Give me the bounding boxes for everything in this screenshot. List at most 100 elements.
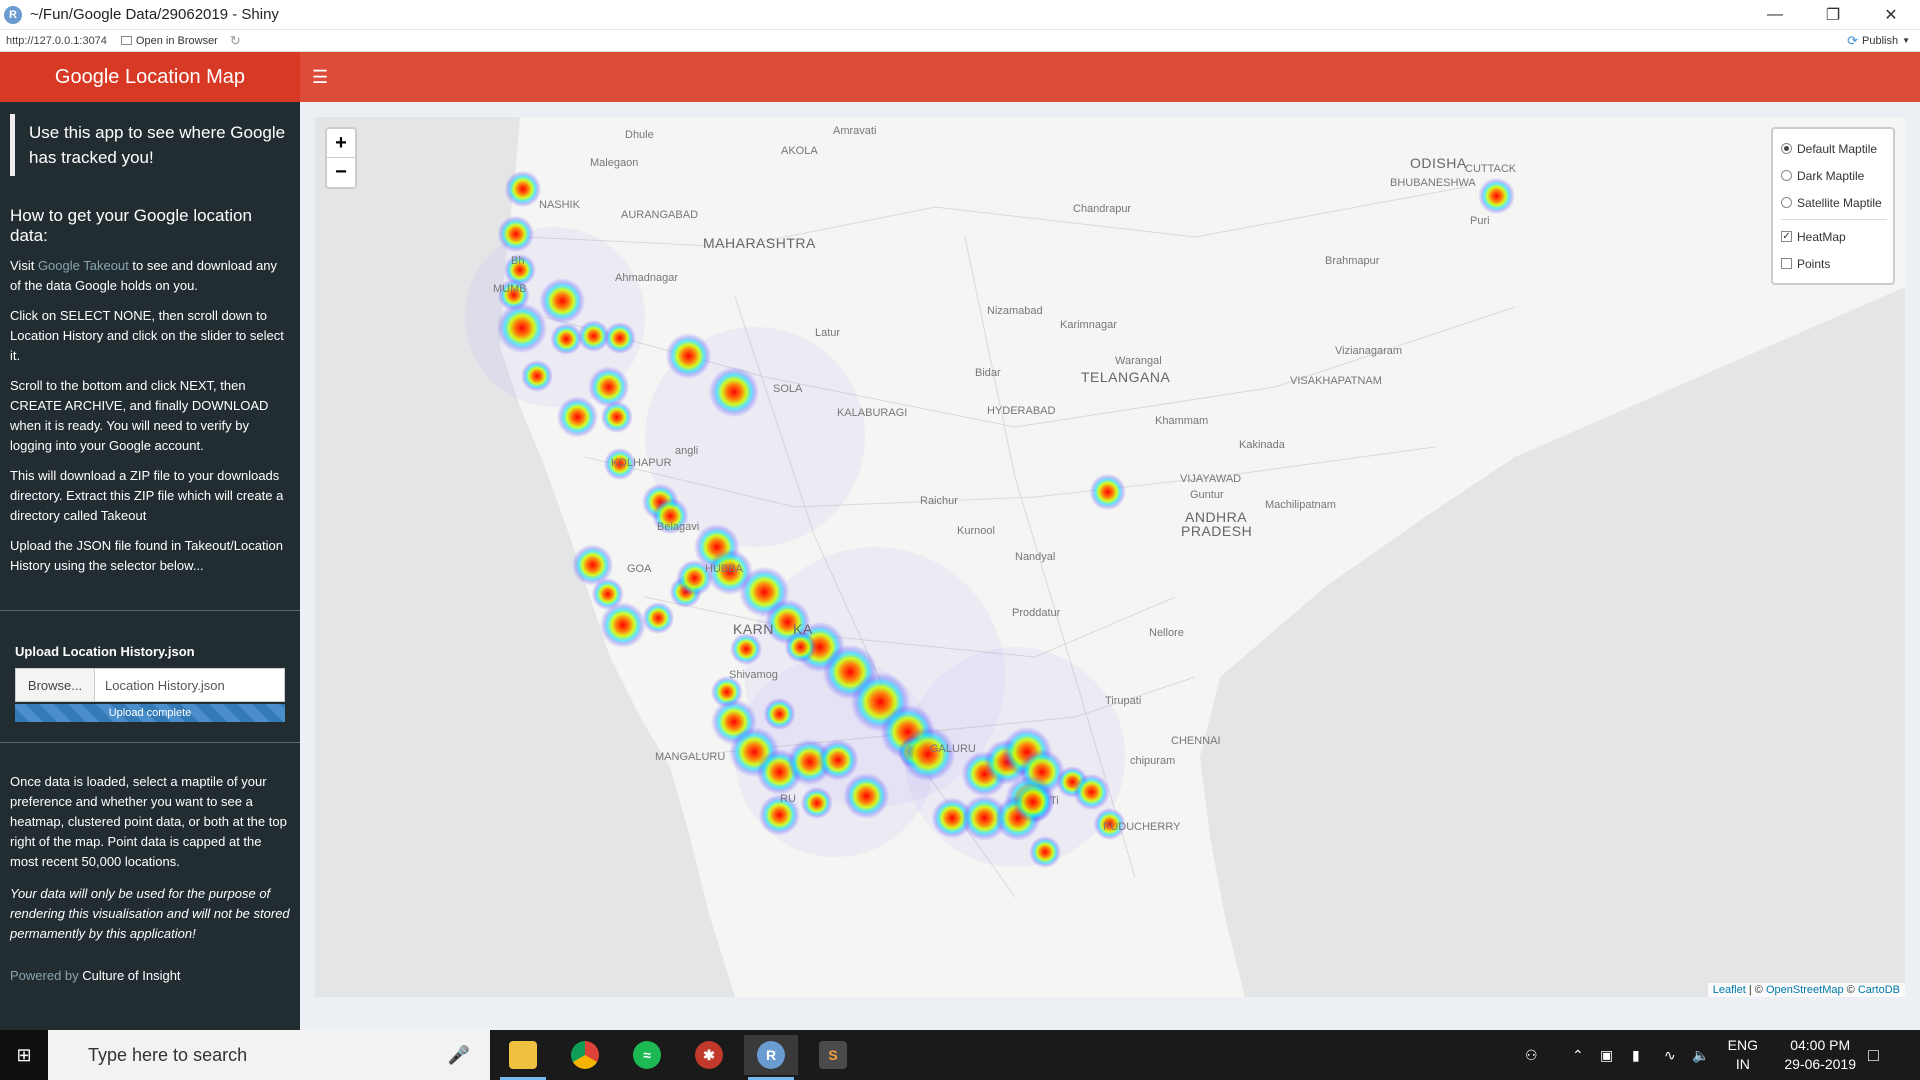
google-takeout-link[interactable]: Google Takeout	[38, 258, 129, 273]
layer-option-satellite-maptile[interactable]: Satellite Maptile	[1781, 189, 1887, 216]
refresh-icon[interactable]: ↻	[230, 33, 241, 49]
place-label: angli	[675, 445, 699, 457]
place-label: Malegaon	[590, 157, 639, 169]
place-label: MUMB	[493, 283, 527, 295]
windows-start-icon[interactable]: ⊞	[0, 1030, 48, 1080]
heatmap-spot	[730, 632, 763, 666]
place-label: HUBBA	[705, 563, 743, 575]
publish-icon: ⟳	[1847, 32, 1858, 48]
layer-label: Satellite Maptile	[1797, 195, 1882, 210]
browse-button[interactable]: Browse...	[15, 668, 95, 702]
layer-option-default-maptile[interactable]: Default Maptile	[1781, 135, 1887, 162]
checkbox-checked-icon[interactable]: ✓	[1781, 231, 1792, 242]
place-label: AURANGABAD	[621, 209, 699, 221]
windows-taskbar: ⊞ Type here to search 🎤 ≈ ✱ R S ⚇ ⌃ ▣ ▮ …	[0, 1030, 1920, 1080]
clock-date: 29-06-2019	[1784, 1056, 1856, 1072]
heatmap-spot	[600, 400, 633, 434]
place-label: Belagavi	[657, 521, 700, 533]
layer-label: Dark Maptile	[1797, 168, 1865, 183]
open-in-browser-button[interactable]: Open in Browser	[120, 34, 218, 47]
restore-button[interactable]: ❐	[1804, 0, 1862, 30]
app-title: Google Location Map	[0, 52, 300, 102]
chrome-icon[interactable]	[558, 1035, 612, 1075]
place-label: BHUBANESHWA	[1390, 177, 1476, 189]
heatmap-spot	[520, 359, 554, 393]
sublime-app-icon[interactable]: S	[806, 1035, 860, 1075]
heatmap-spot	[504, 170, 542, 208]
heatmap-spot	[665, 333, 712, 379]
app-url: http://127.0.0.1:3074	[6, 34, 107, 47]
minimize-button[interactable]: —	[1746, 0, 1804, 30]
battery-icon[interactable]: ▮	[1632, 1030, 1640, 1080]
place-label: Nellore	[1149, 627, 1184, 639]
radio-icon[interactable]	[1781, 197, 1792, 208]
heatmap-spot	[603, 321, 636, 355]
device-icon[interactable]: ▣	[1600, 1030, 1613, 1080]
place-label: VIJAYAWAD	[1180, 473, 1242, 485]
cartodb-link[interactable]: CartoDB	[1858, 984, 1900, 996]
place-label: Raichur	[920, 495, 958, 507]
place-label: CHENNAI	[1171, 735, 1221, 747]
divider	[0, 610, 300, 611]
lang-top: ENG	[1727, 1037, 1758, 1053]
open-in-browser-label: Open in Browser	[135, 34, 218, 47]
heatmap-spot	[843, 773, 890, 819]
layer-option-dark-maptile[interactable]: Dark Maptile	[1781, 162, 1887, 189]
volume-icon[interactable]: 🔈	[1692, 1030, 1709, 1080]
close-button[interactable]: ✕	[1862, 0, 1920, 30]
radio-icon[interactable]	[1781, 170, 1792, 181]
heatmap-spot	[1089, 473, 1127, 511]
web-app-icon[interactable]: ✱	[682, 1035, 736, 1075]
people-icon[interactable]: ⚇	[1525, 1030, 1538, 1080]
file-name-field[interactable]: Location History.json	[95, 668, 285, 702]
heatmap-layer	[465, 170, 1515, 869]
openstreetmap-link[interactable]: OpenStreetMap	[1766, 984, 1844, 996]
place-label: PUDUCHERRY	[1103, 821, 1181, 833]
place-label: AKOLA	[781, 145, 818, 157]
place-label: Nizamabad	[987, 305, 1043, 317]
language-indicator[interactable]: ENG IN	[1728, 1036, 1758, 1074]
privacy-text: Your data will only be used for the purp…	[10, 886, 290, 941]
browser-icon	[120, 36, 132, 45]
overlay-option-points[interactable]: Points	[1781, 250, 1887, 277]
powered-prefix: Powered by	[10, 968, 83, 983]
taskbar-clock[interactable]: 04:00 PM 29-06-2019	[1784, 1036, 1856, 1074]
notifications-icon[interactable]: □	[1868, 1030, 1879, 1080]
heatmap-spot	[588, 366, 630, 408]
hamburger-icon[interactable]: ☰	[312, 67, 328, 87]
place-label: Bh	[511, 255, 525, 267]
place-label: Chandrapur	[1073, 203, 1132, 215]
leaflet-map[interactable]: Dhule Amravati AKOLA Malegaon NASHIK AUR…	[315, 117, 1905, 997]
place-label: KOLHAPUR	[611, 457, 672, 469]
place-label: Warangal	[1115, 355, 1162, 367]
microphone-icon[interactable]: 🎤	[448, 1045, 470, 1066]
place-label: Ahmadnagar	[615, 272, 678, 284]
heatmap-spot	[1478, 177, 1515, 215]
place-label: Brahmapur	[1325, 255, 1380, 267]
overlay-label: Points	[1797, 256, 1831, 271]
attribution-sep: ©	[1843, 984, 1858, 996]
layers-separator	[1781, 219, 1887, 220]
zoom-control: + −	[325, 127, 357, 189]
file-explorer-icon[interactable]	[496, 1035, 550, 1080]
overlay-option-heatmap[interactable]: ✓ HeatMap	[1781, 223, 1887, 250]
publish-button[interactable]: ⟳ Publish ▼	[1847, 33, 1910, 49]
culture-of-insight-link[interactable]: Culture of Insight	[82, 968, 180, 983]
zoom-out-button[interactable]: −	[327, 158, 355, 187]
heatmap-spot	[556, 396, 599, 438]
taskbar-search[interactable]: ⊞ Type here to search 🎤	[0, 1030, 490, 1080]
wifi-icon[interactable]: ∿	[1664, 1030, 1676, 1080]
place-label: NASHIK	[539, 199, 580, 211]
checkbox-icon[interactable]	[1781, 258, 1792, 269]
place-label: Ti	[1050, 795, 1059, 807]
r-app-taskbar-icon[interactable]: R	[744, 1035, 798, 1080]
zoom-in-button[interactable]: +	[327, 129, 355, 158]
spotify-icon[interactable]: ≈	[620, 1035, 674, 1075]
place-label: Machilipatnam	[1265, 499, 1336, 511]
chevron-up-icon[interactable]: ⌃	[1572, 1030, 1584, 1080]
place-label-state: ODISHA	[1410, 155, 1467, 171]
leaflet-link[interactable]: Leaflet	[1713, 984, 1746, 996]
heatmap-spot	[539, 278, 586, 324]
place-label: SOLA	[773, 383, 803, 395]
radio-icon[interactable]	[1781, 143, 1792, 154]
